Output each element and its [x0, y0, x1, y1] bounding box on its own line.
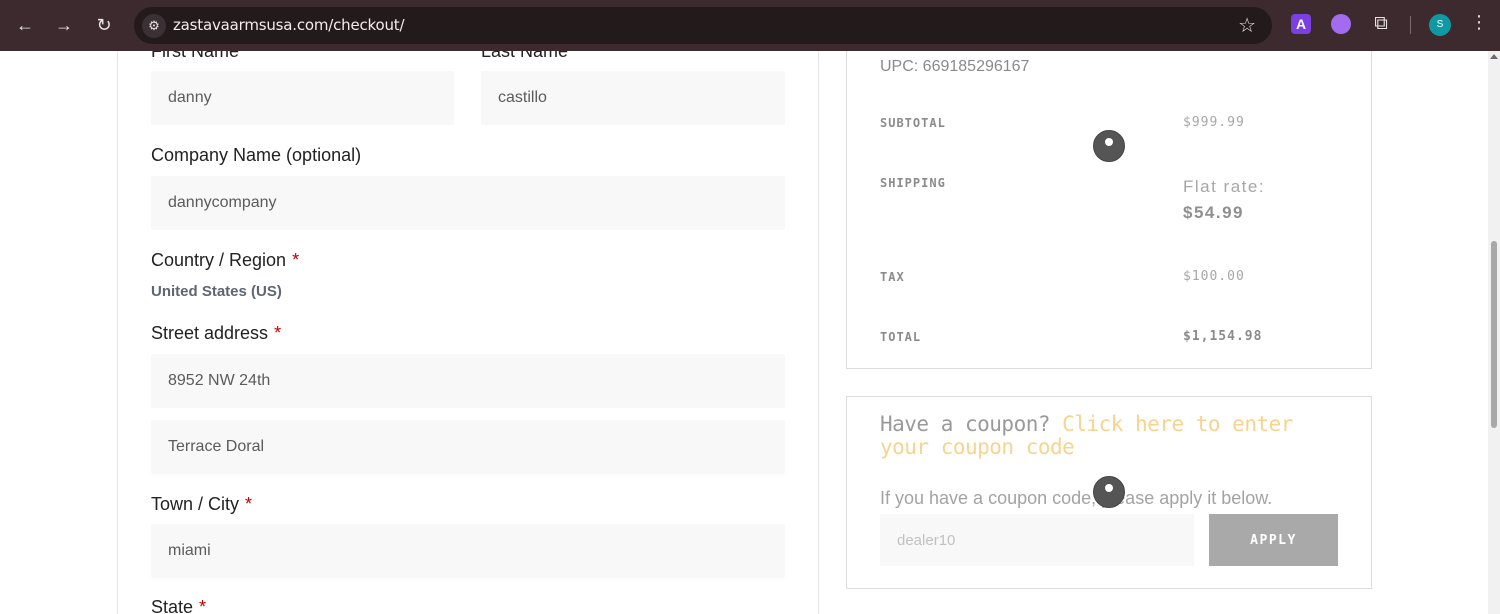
street-field-2[interactable] — [151, 420, 785, 474]
last-name-input[interactable] — [481, 71, 785, 125]
required-mark: * — [245, 494, 253, 514]
forward-icon[interactable]: → — [51, 12, 77, 38]
shipping-method: Flat rate: — [1183, 177, 1266, 196]
company-input[interactable] — [151, 176, 785, 230]
reload-icon[interactable]: ↻ — [91, 12, 117, 38]
shipping-amount: $54.99 — [1183, 203, 1244, 222]
product-upc: UPC: 669185296167 — [880, 58, 1030, 75]
tax-value: $100.00 — [1183, 269, 1245, 284]
street-field-1[interactable] — [151, 354, 785, 408]
scroll-thumb[interactable] — [1491, 241, 1497, 428]
country-label: Country / Region * — [151, 250, 299, 271]
city-label-text: Town / City — [151, 494, 240, 514]
address-bar[interactable]: ⚙ zastavaarmsusa.com/checkout/ ☆ — [134, 7, 1272, 44]
apply-coupon-button[interactable]: APPLY — [1209, 514, 1338, 566]
street-input-2[interactable] — [151, 420, 785, 474]
company-label: Company Name (optional) — [151, 145, 362, 165]
city-field[interactable] — [151, 524, 785, 578]
country-label-text: Country / Region — [151, 250, 287, 270]
country-value: United States (US) — [151, 283, 282, 300]
state-label-text: State — [151, 597, 194, 614]
extensions-puzzle-icon[interactable]: ⧉ — [1371, 14, 1391, 34]
menu-kebab-icon[interactable]: ⋮ — [1470, 12, 1488, 33]
pointer-indicator — [1093, 476, 1125, 508]
checkout-page: First Name Last Name Company Name (optio… — [0, 51, 1488, 614]
last-name-label: Last Name — [481, 51, 569, 61]
company-field[interactable] — [151, 176, 785, 230]
coupon-note: If you have a coupon code, please apply … — [880, 488, 1273, 508]
order-summary-box — [846, 51, 1372, 369]
url-text[interactable]: zastavaarmsusa.com/checkout/ — [173, 16, 405, 34]
required-mark: * — [274, 323, 282, 343]
tax-label: TAX — [880, 270, 905, 284]
first-name-input[interactable] — [151, 71, 454, 125]
total-label: TOTAL — [880, 330, 922, 344]
subtotal-label: SUBTOTAL — [880, 116, 946, 130]
required-mark: * — [292, 250, 300, 270]
street-label-text: Street address — [151, 323, 269, 343]
required-mark: * — [199, 597, 207, 614]
first-name-field[interactable] — [151, 71, 454, 125]
first-name-label: First Name — [151, 51, 240, 61]
left-column-border — [117, 51, 118, 614]
scroll-up-arrow-icon[interactable] — [1490, 54, 1498, 59]
city-input[interactable] — [151, 524, 785, 578]
last-name-field[interactable] — [481, 71, 785, 125]
browser-toolbar: ← → ↻ ⚙ zastavaarmsusa.com/checkout/ ☆ A… — [0, 0, 1500, 51]
coupon-prompt: Have a coupon? — [880, 412, 1051, 436]
column-divider — [818, 51, 819, 614]
shipping-value: Flat rate: $54.99 — [1183, 174, 1265, 226]
coupon-heading: Have a coupon? Click here to enter your … — [880, 413, 1350, 459]
street-label: Street address * — [151, 323, 281, 344]
city-label: Town / City * — [151, 494, 252, 515]
toolbar-divider — [1410, 16, 1411, 34]
state-label: State * — [151, 597, 206, 614]
extension-a-icon[interactable]: A — [1291, 14, 1311, 34]
extension-purple-icon[interactable] — [1331, 14, 1351, 34]
pointer-indicator — [1093, 130, 1125, 162]
coupon-input[interactable] — [880, 514, 1194, 566]
coupon-field[interactable] — [880, 514, 1194, 566]
street-input-1[interactable] — [151, 354, 785, 408]
page-scrollbar[interactable] — [1488, 51, 1500, 614]
total-value: $1,154.98 — [1183, 329, 1263, 344]
subtotal-value: $999.99 — [1183, 115, 1245, 130]
profile-avatar[interactable]: S — [1429, 14, 1451, 36]
bookmark-star-icon[interactable]: ☆ — [1238, 13, 1256, 38]
back-icon[interactable]: ← — [12, 12, 38, 38]
site-info-icon[interactable]: ⚙ — [142, 14, 166, 38]
shipping-label: SHIPPING — [880, 176, 946, 190]
